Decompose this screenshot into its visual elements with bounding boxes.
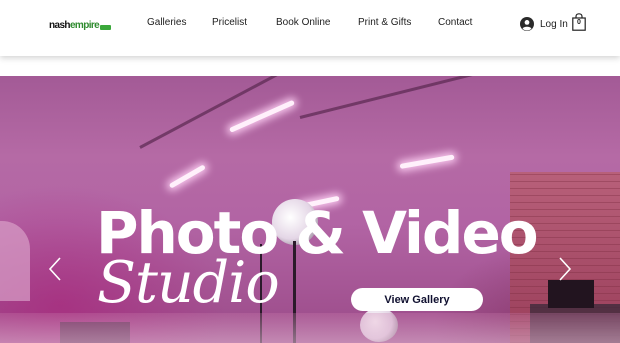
login-button[interactable]: Log In xyxy=(520,16,568,32)
cart-button[interactable]: 0 xyxy=(572,13,586,31)
logo-tag-mark xyxy=(100,25,112,30)
view-gallery-button[interactable]: View Gallery xyxy=(351,288,483,311)
studio-window xyxy=(0,221,30,301)
slider-prev-button[interactable] xyxy=(47,256,63,282)
studio-floor xyxy=(0,313,620,343)
nav-item-contact[interactable]: Contact xyxy=(438,17,472,28)
hero-subtitle: Studio xyxy=(97,250,280,316)
nav-item-print-gifts[interactable]: Print & Gifts xyxy=(358,17,411,28)
hero-banner: Photo & Video Studio View Gallery xyxy=(0,76,620,343)
user-circle-icon xyxy=(520,17,534,31)
ceiling-light xyxy=(228,99,295,133)
slider-next-button[interactable] xyxy=(557,256,573,282)
logo-accent-text: empire xyxy=(69,20,100,31)
site-header: nash empire Galleries Pricelist Book Onli… xyxy=(0,0,620,56)
nav-item-galleries[interactable]: Galleries xyxy=(147,17,186,28)
ceiling-beam xyxy=(299,76,514,119)
chevron-right-icon xyxy=(559,257,572,281)
ceiling-light xyxy=(168,164,206,189)
chevron-left-icon xyxy=(48,257,61,281)
studio-monitor xyxy=(548,280,594,308)
ceiling-light xyxy=(399,154,455,169)
nav-item-pricelist[interactable]: Pricelist xyxy=(212,17,247,28)
cart-count-badge: 0 xyxy=(577,19,581,26)
nav-item-book-online[interactable]: Book Online xyxy=(276,17,330,28)
login-label: Log In xyxy=(540,18,568,30)
site-logo[interactable]: nash empire xyxy=(49,17,112,31)
logo-primary-text: nash xyxy=(49,20,71,31)
